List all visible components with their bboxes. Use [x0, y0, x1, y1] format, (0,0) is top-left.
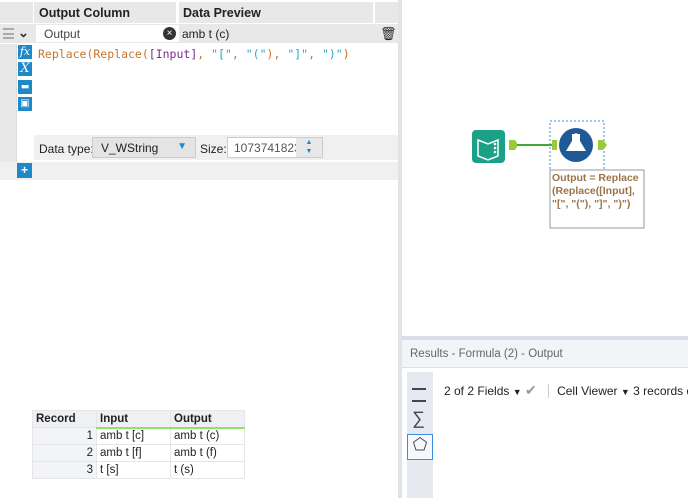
expr-punct: , [231, 47, 246, 61]
expr-punct: ), [266, 47, 288, 61]
input-cell[interactable]: amb t [f] [96, 444, 171, 462]
input-anchor[interactable] [552, 140, 557, 150]
formula-tool-icon[interactable] [559, 128, 593, 162]
datatype-label: Data type: [39, 142, 94, 156]
add-row-bar: + [0, 162, 398, 180]
datatype-value: V_WString [101, 141, 159, 155]
open-folder-icon[interactable]: ▬ [18, 80, 32, 94]
expr-string: "]" [287, 47, 309, 61]
expression-text[interactable]: Replace(Replace([Input], "[", "("), "]",… [38, 47, 350, 61]
workflow-svg [472, 120, 645, 229]
save-icon[interactable]: ▣ [18, 97, 32, 111]
table-row[interactable]: 1 amb t [c] amb t (c) [32, 427, 245, 445]
formula-row[interactable]: ⌄ Output × amb t (c) 🗑 [0, 24, 398, 43]
output-cell[interactable]: t (s) [170, 461, 245, 479]
output-column-input[interactable]: Output [36, 25, 179, 42]
col-output[interactable]: Output [170, 410, 245, 429]
header-data-preview: Data Preview [179, 2, 375, 23]
expr-punct: , [308, 47, 322, 61]
results-sidebar: ∑ ⬠ [407, 372, 433, 498]
size-label: Size: [200, 142, 227, 156]
results-table: Record Input Output 1 amb t [c] amb t (c) 2a… [32, 410, 245, 479]
datatype-bar: Data type: V_WString ▼ Size: 1073741823 ▲ ▼ [34, 135, 398, 160]
data-preview-value: amb t (c) [182, 27, 230, 41]
dropdown-arrow-icon: ▼ [177, 141, 187, 152]
col-input[interactable]: Input [96, 410, 171, 429]
record-number: 3 [32, 461, 97, 479]
datatype-select[interactable]: V_WString ▼ [92, 137, 196, 158]
add-formula-button[interactable]: + [17, 163, 32, 178]
drag-handle-icon[interactable] [3, 28, 14, 39]
clear-icon[interactable]: × [163, 27, 176, 40]
spinner-icon[interactable]: ▲ ▼ [296, 138, 322, 157]
expr-func: Replace(Replace( [38, 47, 149, 61]
input-cell[interactable]: t [s] [96, 461, 171, 479]
col-record: Record [32, 410, 97, 428]
output-anchor[interactable] [509, 140, 517, 150]
fields-dropdown[interactable]: 2 of 2 Fields [444, 384, 509, 398]
table-row[interactable]: 3t [s] t (s) [32, 461, 245, 479]
expr-punct: ) [342, 47, 350, 61]
dropdown-arrow-icon[interactable]: ▼ [513, 387, 522, 397]
records-count: 3 records d [633, 384, 688, 398]
expr-string: "[" [211, 47, 232, 61]
dropdown-arrow-icon[interactable]: ▼ [621, 387, 630, 397]
check-icon[interactable]: ✔ [525, 382, 537, 398]
expr-string: "(" [245, 47, 267, 61]
sigma-icon[interactable]: ∑ [412, 408, 425, 429]
results-title: Results - Formula (2) - Output [402, 340, 688, 368]
input-cell[interactable]: amb t [c] [96, 427, 171, 445]
tag-icon[interactable]: ⬠ [407, 434, 433, 460]
cell-viewer-dropdown[interactable]: Cell Viewer [557, 384, 617, 398]
table-row[interactable]: 2 amb t [f] amb t (f) [32, 444, 245, 462]
variable-icon[interactable]: X [18, 62, 32, 76]
output-cell[interactable]: amb t (c) [170, 427, 245, 445]
header-output-column: Output Column [34, 2, 179, 23]
formula-output-anchor[interactable] [598, 140, 607, 150]
record-number: 2 [32, 444, 97, 462]
results-toolbar: 2 of 2 Fields ▼ ✔ Cell Viewer ▼ 3 record… [444, 382, 688, 399]
expr-punct: , [197, 47, 212, 61]
function-icon[interactable]: fx [18, 45, 32, 59]
list-icon[interactable] [412, 388, 426, 402]
size-input[interactable]: 1073741823 ▲ ▼ [227, 137, 323, 158]
expr-field: [Input] [148, 47, 198, 61]
size-value: 1073741823 [234, 141, 301, 155]
workflow-canvas[interactable]: Output = Replace (Replace([Input], "[", … [402, 0, 688, 336]
tool-annotation: Output = Replace (Replace([Input], "[", … [552, 172, 639, 210]
expr-string: ")" [321, 47, 343, 61]
results-panel: Results - Formula (2) - Output ∑ ⬠ 2 of … [402, 340, 688, 498]
trash-icon[interactable]: 🗑 [380, 26, 397, 42]
record-number: 1 [32, 427, 97, 445]
input-tool-icon[interactable] [472, 130, 505, 163]
grid-header: Output Column Data Preview [0, 2, 398, 23]
gutter [0, 44, 16, 178]
output-cell[interactable]: amb t (f) [170, 444, 245, 462]
chevron-down-icon[interactable]: ⌄ [18, 25, 29, 41]
